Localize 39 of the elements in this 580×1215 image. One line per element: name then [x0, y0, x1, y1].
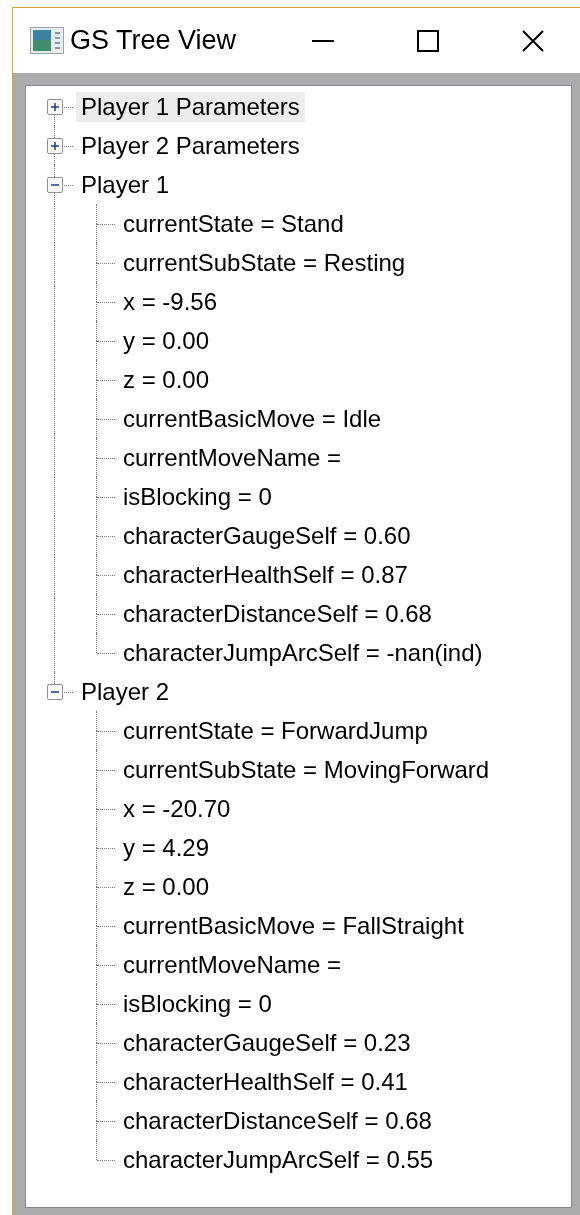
window-title: GS Tree View — [70, 24, 237, 58]
tree-item[interactable]: characterHealthSelf = 0.87 — [118, 559, 413, 590]
expand-button[interactable] — [47, 138, 63, 154]
tree-item[interactable]: characterJumpArcSelf = 0.55 — [118, 1144, 439, 1175]
tree-item[interactable]: currentState = ForwardJump — [118, 715, 433, 746]
tree-item[interactable]: y = 4.29 — [118, 832, 215, 863]
tree-item[interactable]: characterGaugeSelf = 0.60 — [118, 520, 416, 551]
tree-item[interactable]: currentMoveName = — [118, 442, 347, 473]
tree-item[interactable]: currentMoveName = — [118, 949, 347, 980]
tree-item[interactable]: isBlocking = 0 — [118, 481, 277, 512]
maximize-icon — [417, 29, 439, 52]
tree-item[interactable]: currentBasicMove = FallStraight — [118, 910, 469, 941]
tree-item[interactable]: y = 0.00 — [118, 325, 215, 356]
tree-item[interactable]: characterHealthSelf = 0.41 — [118, 1066, 413, 1097]
app-icon — [30, 27, 64, 54]
tree-item[interactable]: characterGaugeSelf = 0.23 — [118, 1027, 416, 1058]
tree-item[interactable]: Player 1 Parameters — [76, 91, 305, 122]
plus-icon — [50, 141, 60, 151]
close-icon — [522, 29, 544, 52]
tree-item[interactable]: z = 0.00 — [118, 871, 215, 902]
collapse-button[interactable] — [47, 177, 63, 193]
minimize-icon — [312, 39, 334, 42]
tree-item[interactable]: Player 2 — [76, 676, 175, 707]
tree-item[interactable]: currentState = Stand — [118, 208, 349, 239]
plus-icon — [50, 102, 60, 112]
tree-item[interactable]: Player 2 Parameters — [76, 130, 305, 161]
tree-item[interactable]: z = 0.00 — [118, 364, 215, 395]
tree-item[interactable]: currentSubState = Resting — [118, 247, 411, 278]
collapse-button[interactable] — [47, 684, 63, 700]
tree-item[interactable]: x = -9.56 — [118, 286, 223, 317]
expand-button[interactable] — [47, 99, 63, 115]
tree-item[interactable]: x = -20.70 — [118, 793, 236, 824]
tree-item[interactable]: characterDistanceSelf = 0.68 — [118, 598, 437, 629]
tree-item[interactable]: currentSubState = MovingForward — [118, 754, 495, 785]
tree-item[interactable]: Player 1 — [76, 169, 175, 200]
tree-item[interactable]: isBlocking = 0 — [118, 988, 277, 1019]
tree-item[interactable]: currentBasicMove = Idle — [118, 403, 387, 434]
tree-item[interactable]: characterJumpArcSelf = -nan(ind) — [118, 637, 488, 668]
tree-item[interactable]: characterDistanceSelf = 0.68 — [118, 1105, 437, 1136]
